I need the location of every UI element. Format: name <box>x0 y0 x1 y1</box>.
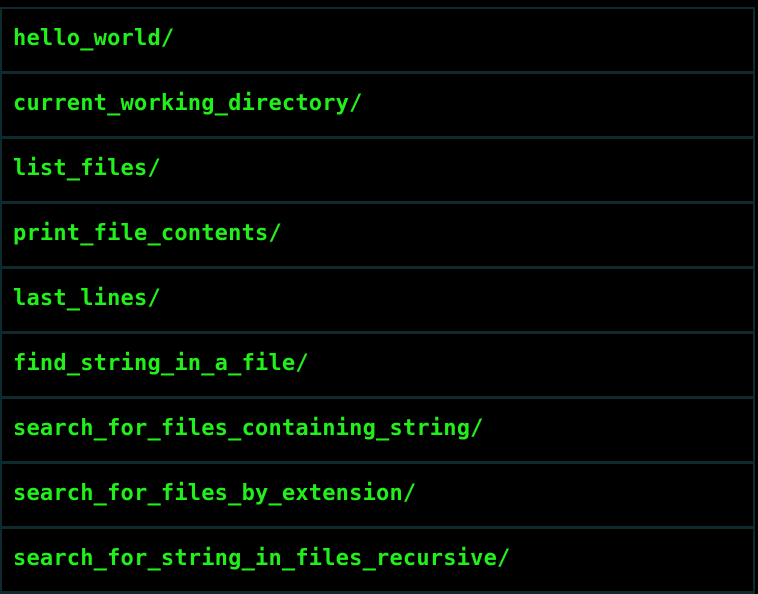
directory-link[interactable]: list_files/ <box>13 156 161 181</box>
directory-link[interactable]: find_string_in_a_file/ <box>13 351 309 376</box>
directory-link[interactable]: last_lines/ <box>13 286 161 311</box>
list-item[interactable]: print_file_contents/ <box>2 204 753 269</box>
list-item[interactable]: find_string_in_a_file/ <box>2 334 753 399</box>
list-item[interactable]: hello_world/ <box>2 9 753 74</box>
directory-listing: hello_world/ current_working_directory/ … <box>0 7 755 594</box>
list-item[interactable]: search_for_string_in_files_recursive/ <box>2 529 753 594</box>
directory-link[interactable]: current_working_directory/ <box>13 91 363 116</box>
directory-link[interactable]: hello_world/ <box>13 26 174 51</box>
list-item[interactable]: search_for_files_by_extension/ <box>2 464 753 529</box>
directory-link[interactable]: search_for_files_containing_string/ <box>13 416 484 441</box>
list-item[interactable]: last_lines/ <box>2 269 753 334</box>
directory-link[interactable]: print_file_contents/ <box>13 221 282 246</box>
directory-link[interactable]: search_for_files_by_extension/ <box>13 481 416 506</box>
list-item[interactable]: current_working_directory/ <box>2 74 753 139</box>
list-item[interactable]: search_for_files_containing_string/ <box>2 399 753 464</box>
directory-link[interactable]: search_for_string_in_files_recursive/ <box>13 546 510 571</box>
list-item[interactable]: list_files/ <box>2 139 753 204</box>
